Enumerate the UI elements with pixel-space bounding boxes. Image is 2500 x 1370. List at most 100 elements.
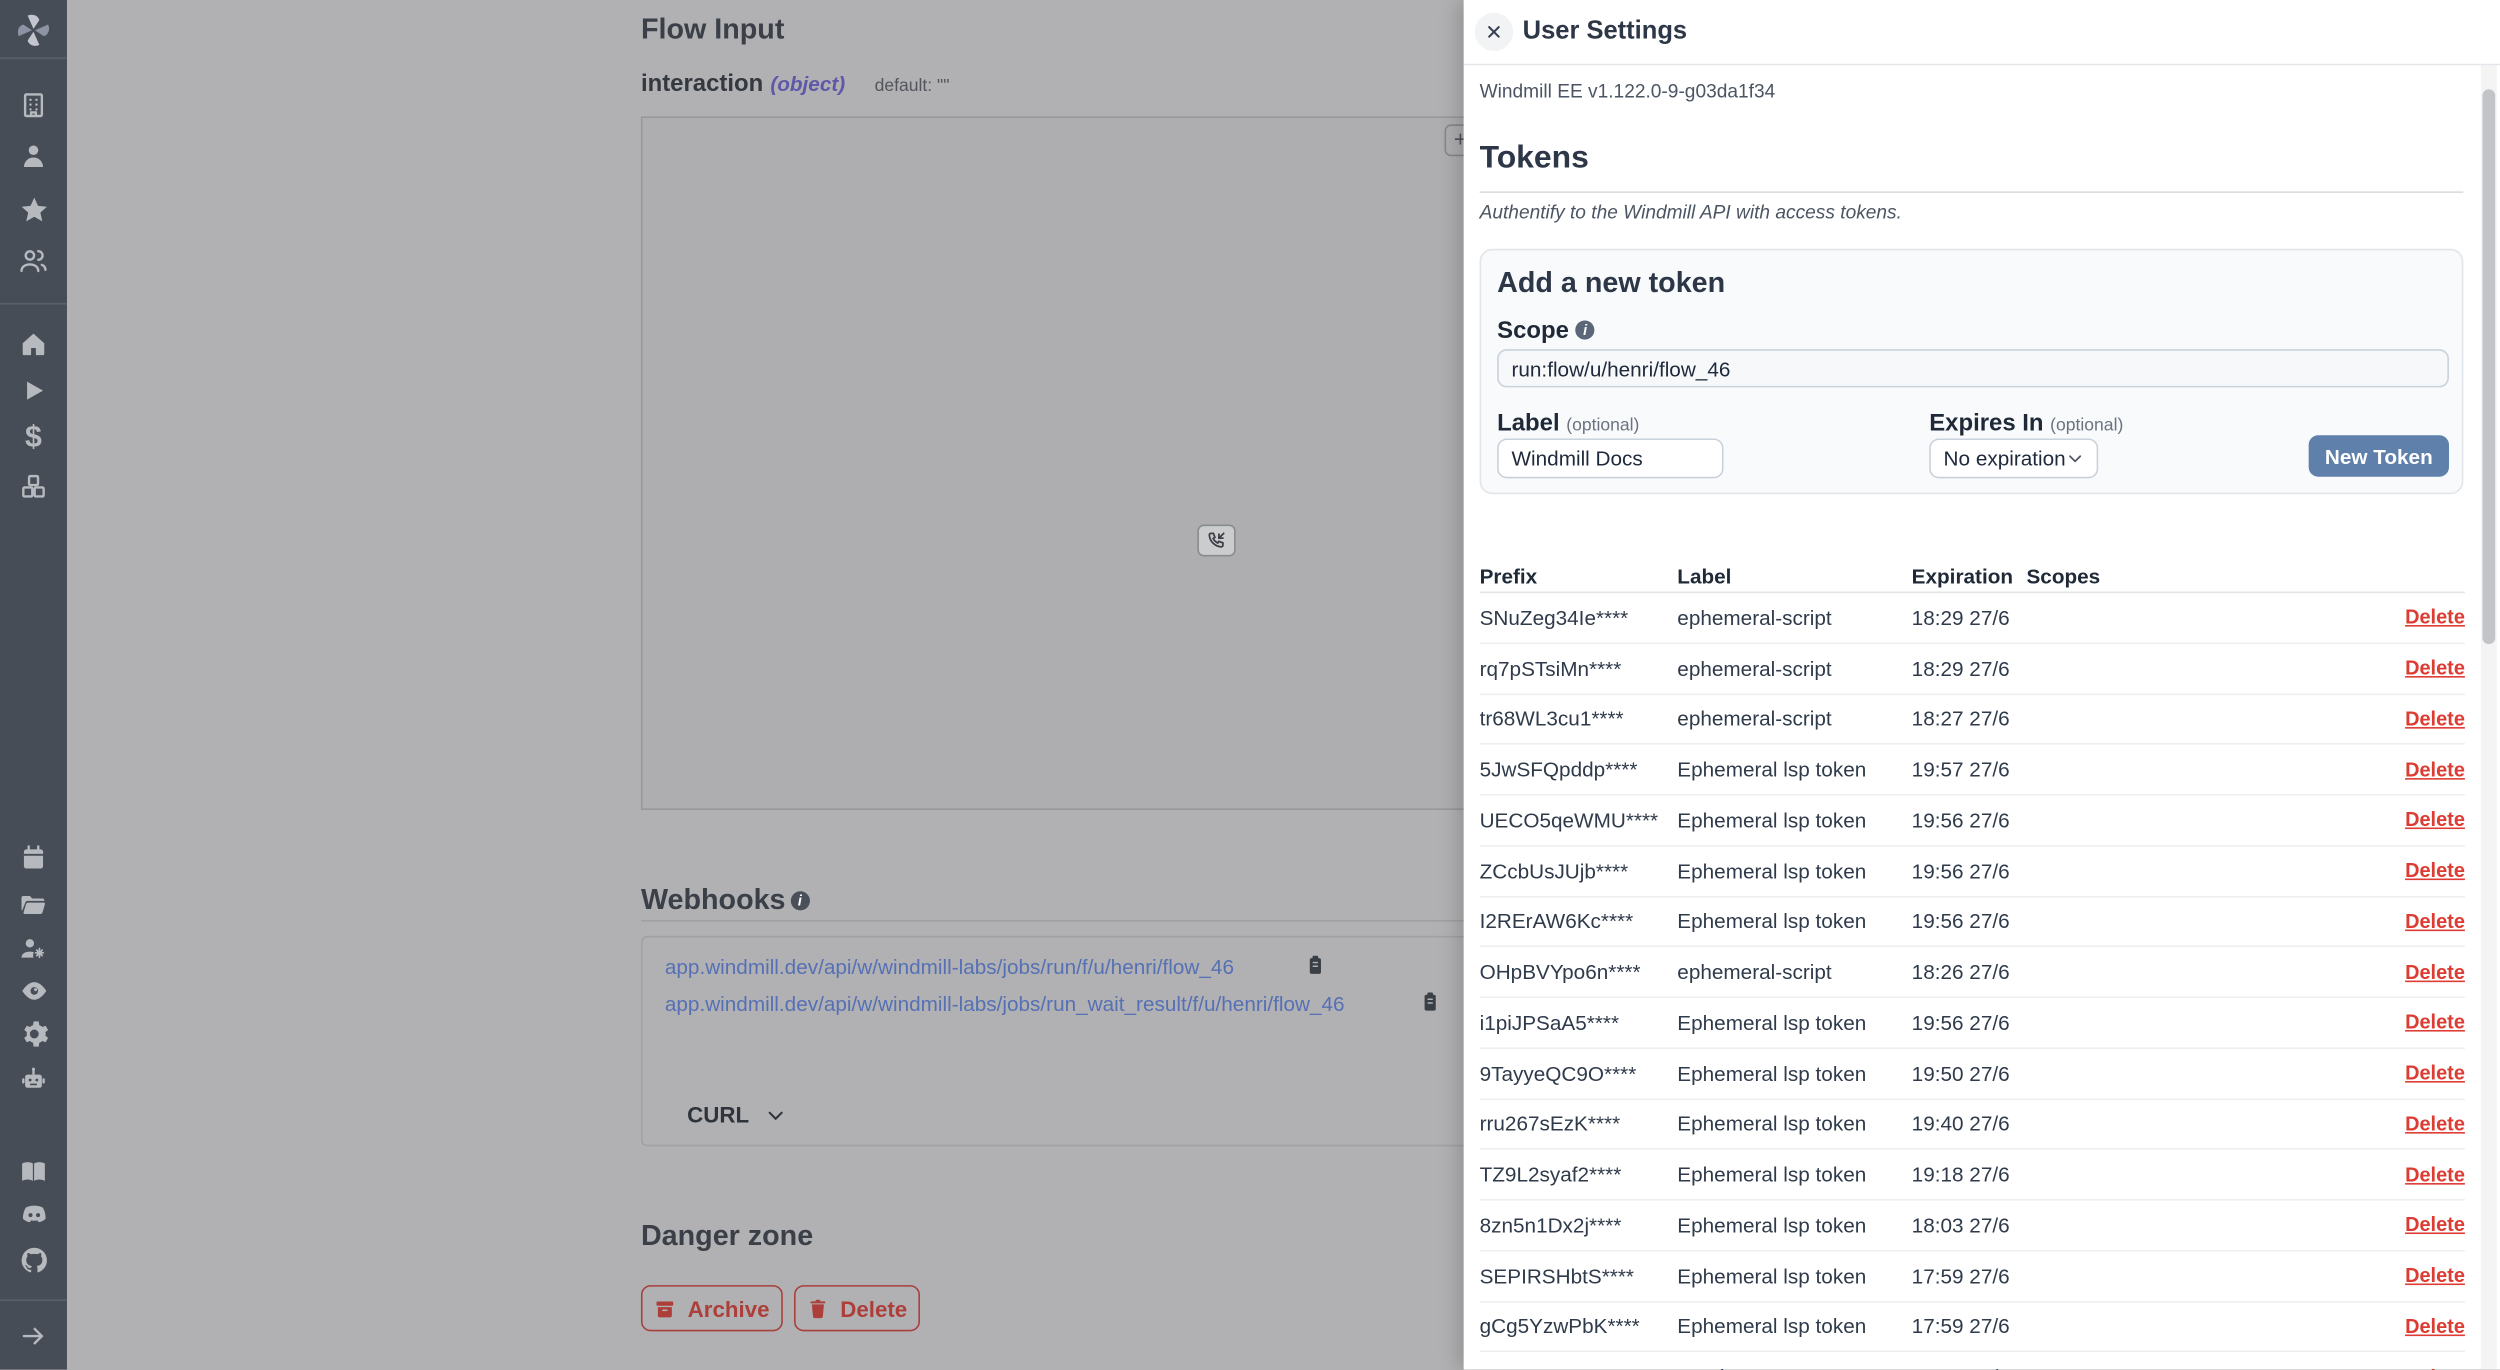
token-expiration: 19:57 27/6: [1912, 758, 2027, 782]
delete-token-link[interactable]: Delete: [2405, 1265, 2465, 1287]
token-label: ephemeral-script: [1677, 960, 1911, 984]
delete-token-link[interactable]: Delete: [2405, 961, 2465, 983]
token-label: Ephemeral lsp token: [1677, 1112, 1911, 1136]
expires-in-select[interactable]: No expiration: [1929, 438, 2098, 478]
ai-robot-icon[interactable]: [0, 1060, 67, 1098]
delete-flow-button[interactable]: Delete: [794, 1285, 920, 1331]
add-token-card: Add a new token Scope i run:flow/u/henri…: [1480, 249, 2464, 495]
delete-label: Delete: [840, 1295, 907, 1321]
tokens-table-body: SNuZeg34Ie**** ephemeral-script 18:29 27…: [1480, 593, 2465, 1370]
webhook-url-run-wait-result[interactable]: app.windmill.dev/api/w/windmill-labs/job…: [665, 992, 1345, 1016]
docs-book-icon[interactable]: [0, 1153, 67, 1191]
audit-eye-icon[interactable]: [0, 971, 67, 1009]
tokens-table: Prefix Label Expiration Scopes SNuZeg34I…: [1480, 561, 2465, 1370]
github-icon[interactable]: [0, 1240, 67, 1278]
token-prefix: rru267sEzK****: [1480, 1112, 1678, 1136]
drawer-title: User Settings: [1523, 18, 1687, 47]
token-label: ephemeral-script: [1677, 707, 1911, 731]
runs-play-icon[interactable]: [0, 371, 67, 409]
delete-token-link[interactable]: Delete: [2405, 910, 2465, 932]
sidebar-divider: [0, 303, 67, 305]
collapse-arrow-icon[interactable]: [0, 1317, 67, 1355]
settings-gear-icon[interactable]: [0, 1014, 67, 1052]
col-scopes: Scopes: [2026, 564, 2382, 588]
delete-token-link[interactable]: Delete: [2405, 1214, 2465, 1236]
scrollbar-thumb[interactable]: [2482, 89, 2495, 644]
label-field-label: Label (optional): [1497, 410, 1639, 437]
token-expiration: 19:56 27/6: [1912, 909, 2027, 933]
delete-token-link[interactable]: Delete: [2405, 1062, 2465, 1084]
variables-dollar-icon[interactable]: $: [0, 419, 67, 457]
scope-label: Scope i: [1497, 317, 1595, 344]
delete-token-link[interactable]: Delete: [2405, 860, 2465, 882]
workspace-icon[interactable]: [0, 86, 67, 124]
home-icon[interactable]: [0, 325, 67, 363]
chevron-down-icon: [2066, 450, 2084, 468]
token-row: 8zn5n1Dx2j**** Ephemeral lsp token 18:03…: [1480, 1201, 2465, 1252]
groups-icon[interactable]: [0, 242, 67, 280]
delete-token-link[interactable]: Delete: [2405, 1366, 2465, 1370]
token-label: Ephemeral lsp token: [1677, 808, 1911, 832]
new-token-button[interactable]: New Token: [2309, 435, 2449, 476]
archive-label: Archive: [688, 1295, 770, 1321]
delete-token-link[interactable]: Delete: [2405, 1163, 2465, 1185]
token-prefix: rq7pSTsiMn****: [1480, 656, 1678, 680]
archive-button[interactable]: Archive: [641, 1285, 783, 1331]
token-prefix: 8zn5n1Dx2j****: [1480, 1213, 1678, 1237]
delete-token-link[interactable]: Delete: [2405, 1315, 2465, 1337]
version-text: Windmill EE v1.122.0-9-g03da1f34: [1480, 80, 1776, 102]
webhook-url-run[interactable]: app.windmill.dev/api/w/windmill-labs/job…: [665, 955, 1234, 979]
delete-token-link[interactable]: Delete: [2405, 1113, 2465, 1135]
chevron-down-icon: [765, 1105, 786, 1126]
resources-boxes-icon[interactable]: [0, 467, 67, 505]
token-label: Ephemeral lsp token: [1677, 1061, 1911, 1085]
token-prefix: UECO5qeWMU****: [1480, 808, 1678, 832]
schema-property-row: interaction (object) default: "": [641, 70, 950, 99]
token-expiration: 19:56 27/6: [1912, 808, 2027, 832]
webhooks-card: app.windmill.dev/api/w/windmill-labs/job…: [641, 936, 1585, 1146]
token-row: rru267sEzK**** Ephemeral lsp token 19:40…: [1480, 1099, 2465, 1150]
token-expiration: 08:55 29/6: [1912, 1365, 2027, 1370]
favorites-star-icon[interactable]: [0, 190, 67, 228]
token-expiration: 18:26 27/6: [1912, 960, 2027, 984]
copy-clipboard-icon[interactable]: [1304, 953, 1326, 983]
token-label: Ephemeral lsp token: [1677, 1264, 1911, 1288]
suspend-badge: [1197, 525, 1235, 557]
delete-token-link[interactable]: Delete: [2405, 708, 2465, 730]
curl-toggle[interactable]: CURL: [687, 1102, 785, 1128]
user-settings-drawer: User Settings Windmill EE v1.122.0-9-g03…: [1464, 0, 2500, 1370]
delete-token-link[interactable]: Delete: [2405, 1011, 2465, 1033]
token-expiration: 18:27 27/6: [1912, 707, 2027, 731]
token-row: SEPIRSHbtS**** Ephemeral lsp token 17:59…: [1480, 1251, 2465, 1302]
workers-icon[interactable]: [0, 930, 67, 968]
delete-token-link[interactable]: Delete: [2405, 809, 2465, 831]
token-row: OHpBVYpo6n**** ephemeral-script 18:26 27…: [1480, 947, 2465, 998]
flow-canvas[interactable]: + − Input TS Extract Discord Question b …: [641, 116, 1585, 810]
token-prefix: 5JwSFQpddp****: [1480, 758, 1678, 782]
user-icon[interactable]: [0, 137, 67, 175]
token-label: Ephemeral lsp token: [1677, 1213, 1911, 1237]
property-default: default: "": [875, 77, 950, 96]
delete-token-link[interactable]: Delete: [2405, 758, 2465, 780]
drawer-scrollbar[interactable]: [2481, 65, 2497, 1370]
windmill-logo[interactable]: [0, 11, 67, 49]
token-expiration: 19:56 27/6: [1912, 1011, 2027, 1035]
delete-token-link[interactable]: Delete: [2405, 657, 2465, 679]
add-token-title: Add a new token: [1497, 266, 1725, 299]
label-input[interactable]: Windmill Docs: [1497, 438, 1723, 478]
sidebar-divider: [0, 57, 67, 59]
token-prefix: QsXY51ZvOU****: [1480, 1365, 1678, 1370]
token-row: i1piJPSaA5**** Ephemeral lsp token 19:56…: [1480, 998, 2465, 1049]
token-prefix: TZ9L2syaf2****: [1480, 1163, 1678, 1187]
col-prefix: Prefix: [1480, 564, 1678, 588]
close-button[interactable]: [1475, 13, 1513, 51]
danger-zone-title: Danger zone: [641, 1220, 813, 1253]
token-row: 9TayyeQC9O**** Ephemeral lsp token 19:50…: [1480, 1049, 2465, 1100]
folders-icon[interactable]: [0, 886, 67, 924]
discord-icon[interactable]: [0, 1196, 67, 1234]
token-row: UECO5qeWMU**** Ephemeral lsp token 19:56…: [1480, 796, 2465, 847]
copy-clipboard-icon[interactable]: [1419, 990, 1441, 1020]
scope-input[interactable]: run:flow/u/henri/flow_46: [1497, 349, 2449, 387]
delete-token-link[interactable]: Delete: [2405, 606, 2465, 628]
schedules-calendar-icon[interactable]: [0, 839, 67, 877]
